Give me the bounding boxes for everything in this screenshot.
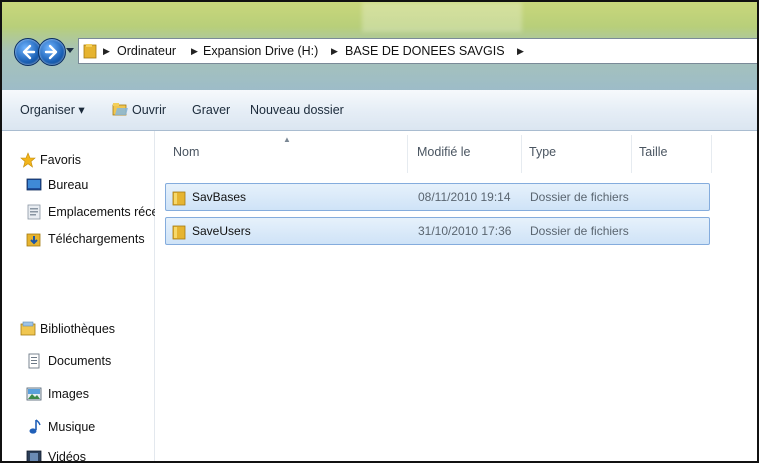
open-button[interactable]: Ouvrir bbox=[132, 90, 166, 130]
column-header-name[interactable]: Nom bbox=[173, 145, 199, 159]
nav-videos[interactable]: Vidéos bbox=[48, 446, 86, 461]
nav-downloads[interactable]: Téléchargements bbox=[48, 228, 145, 250]
open-folder-icon bbox=[112, 103, 128, 116]
nav-desktop[interactable]: Bureau bbox=[48, 174, 88, 196]
file-row-saveusers[interactable]: SaveUsers 31/10/2010 17:36 Dossier de fi… bbox=[165, 217, 710, 245]
navigation-pane: Favoris Bureau Emplacements récer Téléch… bbox=[2, 131, 163, 461]
music-icon bbox=[29, 419, 41, 434]
back-arrow-icon bbox=[22, 44, 36, 60]
folder-icon bbox=[172, 191, 186, 206]
recent-pages-dropdown-icon[interactable] bbox=[66, 46, 74, 54]
column-header-size[interactable]: Taille bbox=[639, 145, 668, 159]
desktop-icon bbox=[26, 178, 42, 191]
titlebar-glow bbox=[362, 2, 522, 32]
breadcrumb-arrow-icon[interactable]: ▶ bbox=[517, 39, 524, 63]
downloads-icon bbox=[26, 233, 41, 247]
new-folder-button[interactable]: Nouveau dossier bbox=[250, 90, 344, 130]
file-list: ▲ Nom Modifié le Type Taille SavBases 08… bbox=[155, 131, 757, 461]
column-divider[interactable] bbox=[631, 135, 632, 173]
sort-ascending-icon: ▲ bbox=[283, 135, 291, 144]
file-name: SavBases bbox=[192, 190, 247, 204]
file-name: SaveUsers bbox=[192, 224, 251, 238]
star-icon bbox=[20, 152, 36, 168]
column-divider[interactable] bbox=[711, 135, 712, 173]
file-modified: 31/10/2010 17:36 bbox=[418, 224, 512, 238]
nav-recent-places[interactable]: Emplacements récer bbox=[48, 201, 163, 223]
videos-icon bbox=[26, 450, 42, 461]
command-bar: Organiser ▾ Ouvrir Graver Nouveau dossie… bbox=[2, 90, 757, 131]
file-type: Dossier de fichiers bbox=[530, 224, 629, 238]
forward-arrow-icon bbox=[44, 44, 58, 60]
file-modified: 08/11/2010 19:14 bbox=[418, 190, 511, 204]
nav-favorites[interactable]: Favoris bbox=[40, 149, 81, 171]
column-header-type[interactable]: Type bbox=[529, 145, 556, 159]
window-titlebar: ▶ Ordinateur ▶ Expansion Drive (H:) ▶ BA… bbox=[2, 2, 757, 90]
address-bar[interactable]: ▶ Ordinateur ▶ Expansion Drive (H:) ▶ BA… bbox=[78, 38, 757, 64]
breadcrumb-drive[interactable]: Expansion Drive (H:) bbox=[203, 39, 318, 63]
breadcrumb-arrow-icon[interactable]: ▶ bbox=[191, 39, 198, 63]
images-icon bbox=[26, 387, 42, 401]
folder-icon bbox=[172, 225, 186, 240]
folder-icon bbox=[83, 44, 97, 59]
file-row-savbases[interactable]: SavBases 08/11/2010 19:14 Dossier de fic… bbox=[165, 183, 710, 211]
organize-button[interactable]: Organiser ▾ bbox=[20, 90, 85, 130]
nav-music[interactable]: Musique bbox=[48, 416, 95, 438]
nav-libraries[interactable]: Bibliothèques bbox=[40, 318, 115, 340]
column-header-modified[interactable]: Modifié le bbox=[417, 145, 471, 159]
documents-icon bbox=[28, 353, 40, 369]
nav-documents[interactable]: Documents bbox=[48, 350, 111, 372]
recent-places-icon bbox=[27, 204, 41, 220]
libraries-icon bbox=[20, 321, 36, 336]
column-divider[interactable] bbox=[407, 135, 408, 173]
breadcrumb-arrow-icon[interactable]: ▶ bbox=[331, 39, 338, 63]
column-divider[interactable] bbox=[521, 135, 522, 173]
file-type: Dossier de fichiers bbox=[530, 190, 629, 204]
explorer-window: ▶ Ordinateur ▶ Expansion Drive (H:) ▶ BA… bbox=[0, 0, 759, 463]
nav-images[interactable]: Images bbox=[48, 383, 89, 405]
forward-button[interactable] bbox=[38, 38, 66, 66]
breadcrumb-folder[interactable]: BASE DE DONEES SAVGIS bbox=[345, 39, 505, 63]
breadcrumb-arrow-icon[interactable]: ▶ bbox=[103, 39, 110, 63]
breadcrumb-computer[interactable]: Ordinateur bbox=[117, 39, 176, 63]
burn-button[interactable]: Graver bbox=[192, 90, 230, 130]
